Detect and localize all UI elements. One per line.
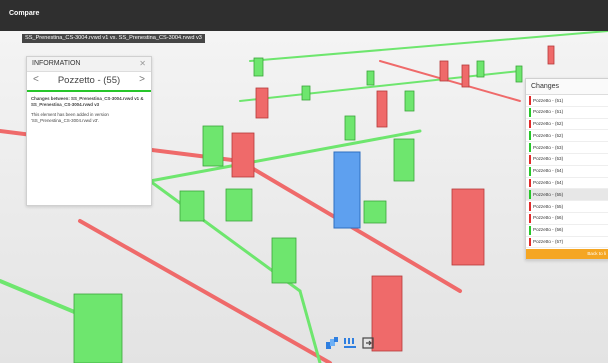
change-item-label: Pozzetto - (52) (533, 132, 564, 138)
manhole-removed (231, 132, 255, 178)
change-status-marker (529, 225, 531, 235)
change-status-marker (529, 154, 531, 164)
change-item-label: Pozzetto - (56) (533, 227, 564, 233)
app-title: Compare (9, 10, 40, 17)
changes-list: Pozzetto - (51) Pozzetto - (51) Pozzetto -… (526, 95, 608, 249)
changes-between-text: Changes between: SS_Prenestina_CS-3004.r… (31, 96, 144, 108)
element-name: Pozzetto - (55) (57, 75, 121, 86)
changes-panel: Changes Pozzetto - (51) Pozzetto - (51) Po… (525, 78, 608, 260)
manhole-added (253, 57, 264, 77)
changes-title: Changes (531, 83, 560, 90)
manhole-added (202, 125, 224, 167)
change-status-marker (529, 131, 531, 141)
change-item-label: Pozzetto - (53) (533, 144, 564, 150)
manhole-removed (376, 90, 388, 128)
bottom-toolbar (325, 336, 375, 350)
change-status-marker (529, 107, 531, 117)
change-item-label: Pozzetto - (54) (533, 168, 564, 174)
change-status-marker (529, 178, 531, 188)
information-body: Changes between: SS_Prenestina_CS-3004.r… (27, 92, 151, 129)
manhole-added (393, 138, 415, 182)
manhole-removed (547, 45, 555, 65)
change-item[interactable]: Pozzetto - (54) (526, 166, 608, 178)
change-status-marker (529, 202, 531, 211)
change-item[interactable]: Pozzetto - (55) (526, 201, 608, 213)
manhole-added (179, 190, 205, 222)
change-status-marker (529, 119, 531, 129)
change-item-label: Pozzetto - (56) (533, 215, 564, 221)
change-item[interactable]: Pozzetto - (56) (526, 213, 608, 225)
change-status-marker (529, 96, 531, 105)
change-item[interactable]: Pozzetto - (54) (526, 178, 608, 190)
change-status-marker (529, 213, 531, 223)
selected-manhole (333, 151, 361, 229)
change-item-label: Pozzetto - (51) (533, 109, 564, 115)
change-item[interactable]: Pozzetto - (51) (526, 95, 608, 107)
manhole-added (301, 85, 311, 101)
change-item-label: Pozzetto - (54) (533, 180, 564, 186)
change-status-marker (529, 143, 531, 152)
change-status-marker (529, 190, 531, 200)
information-header: INFORMATION ✕ (27, 57, 151, 72)
compare-files-label: SS_Prenestina_CS-3004.rvwd v1 vs. SS_Pre… (22, 34, 205, 43)
manhole-added (515, 65, 523, 83)
change-item-label: Pozzetto - (53) (533, 156, 564, 162)
change-item[interactable]: Pozzetto - (53) (526, 142, 608, 154)
change-item-label: Pozzetto - (52) (533, 121, 564, 127)
manhole-added (271, 237, 297, 284)
manhole-added (363, 200, 387, 224)
compare-models-icon[interactable] (325, 336, 339, 350)
manhole-removed (439, 60, 449, 82)
information-panel: INFORMATION ✕ < Pozzetto - (55) > Change… (26, 56, 152, 206)
manhole-added (404, 90, 415, 112)
change-item[interactable]: Pozzetto - (52) (526, 130, 608, 143)
exit-icon[interactable] (361, 336, 375, 350)
changes-header: Changes (526, 79, 608, 95)
manhole-added (225, 188, 253, 222)
manhole-added (344, 115, 356, 141)
change-status-marker (529, 166, 531, 176)
element-navigator: < Pozzetto - (55) > (27, 72, 151, 92)
change-item-label: Pozzetto - (57) (533, 239, 564, 245)
change-item-label: Pozzetto - (55) (533, 203, 564, 209)
change-status-marker (529, 237, 531, 247)
chevron-right-icon[interactable]: > (139, 74, 145, 85)
change-item[interactable]: Pozzetto - (52) (526, 119, 608, 131)
change-item[interactable]: Pozzetto - (56) (526, 225, 608, 237)
change-item-label: Pozzetto - (51) (533, 97, 564, 103)
manhole-removed (255, 87, 269, 119)
back-to-list-button[interactable]: Back to li (526, 249, 608, 259)
manhole-added (73, 293, 123, 363)
change-item[interactable]: Pozzetto - (55) (526, 189, 608, 202)
change-message: This element has been added in version '… (31, 111, 109, 124)
manhole-removed (451, 188, 485, 266)
information-title: INFORMATION (32, 60, 81, 67)
manhole-added (366, 70, 375, 86)
change-item[interactable]: Pozzetto - (57) (526, 237, 608, 249)
change-item-label: Pozzetto - (55) (533, 191, 564, 197)
manhole-removed (461, 64, 470, 88)
manhole-added (476, 60, 485, 78)
title-bar: Compare (0, 0, 608, 31)
close-icon[interactable]: ✕ (139, 59, 146, 68)
change-item[interactable]: Pozzetto - (51) (526, 107, 608, 119)
manhole-removed (371, 275, 403, 352)
level-icon[interactable] (343, 336, 357, 350)
change-item[interactable]: Pozzetto - (53) (526, 154, 608, 166)
